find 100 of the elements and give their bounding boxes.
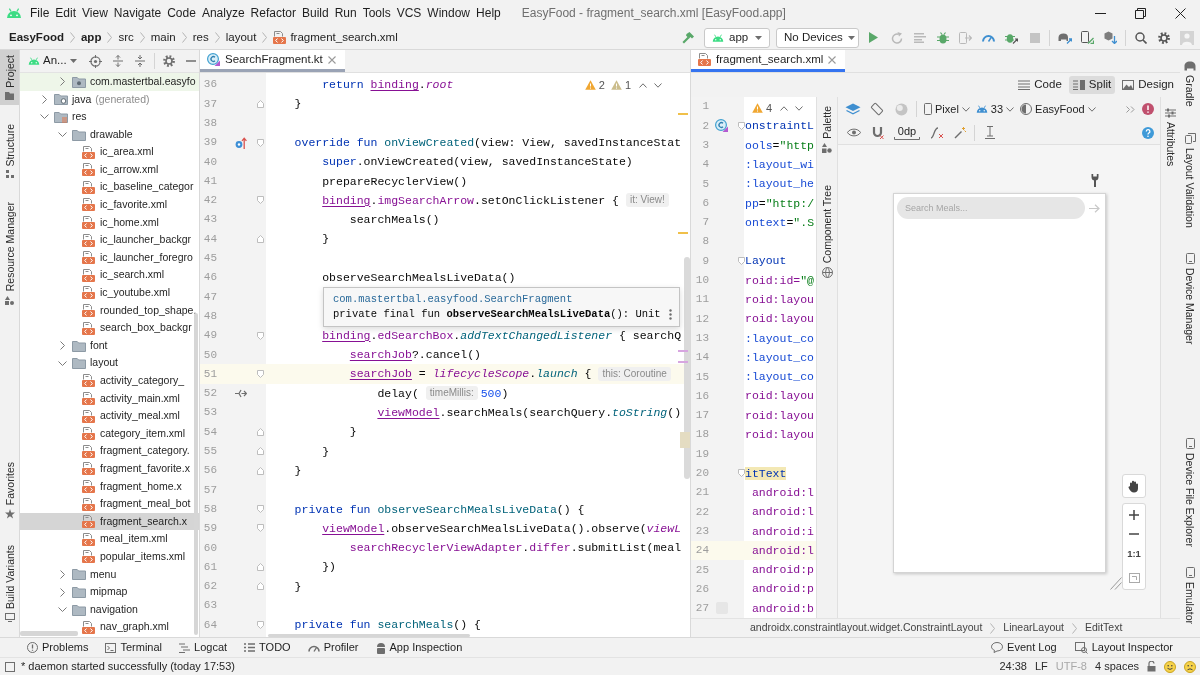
chevron-down-icon[interactable] (795, 105, 804, 111)
fit-screen-button[interactable] (1128, 573, 1140, 583)
tree-item[interactable]: font (20, 336, 199, 355)
fold-marker-icon[interactable] (738, 469, 745, 478)
menubar-item[interactable]: Refactor (247, 3, 299, 23)
tool-window-tab[interactable]: Build Variants (0, 540, 19, 627)
scrollbar-thumb[interactable] (684, 257, 690, 479)
chevron-down-icon[interactable] (58, 607, 67, 613)
scrollbar-thumb[interactable] (20, 631, 78, 636)
menubar-item[interactable]: Code (164, 3, 199, 23)
more-icon[interactable] (669, 309, 672, 320)
tool-window-button[interactable]: Profiler (304, 638, 362, 657)
breadcrumb-item[interactable]: EasyFood (9, 28, 64, 47)
tree-item[interactable]: ic_area.xml (20, 143, 199, 161)
fold-marker-icon[interactable] (256, 563, 264, 572)
tool-window-button[interactable]: Event Log (988, 638, 1060, 657)
status-widget[interactable]: 4 spaces (1094, 658, 1139, 675)
fold-marker-icon[interactable] (256, 620, 264, 629)
menubar-item[interactable]: View (79, 3, 111, 23)
tree-item[interactable]: activity_main.xml (20, 389, 199, 408)
breadcrumb-item[interactable]: fragment_search.xml (273, 28, 398, 47)
menubar-item[interactable]: Edit (52, 3, 80, 23)
tree-item[interactable]: ic_baseline_categor (20, 178, 199, 197)
menubar-item[interactable]: Navigate (110, 3, 165, 23)
chevron-right-icon[interactable] (60, 77, 65, 87)
tree-item[interactable]: nav_graph.xml (20, 618, 199, 636)
tree-item[interactable]: layout (20, 354, 199, 373)
fold-marker-icon[interactable] (256, 447, 264, 456)
sad-face-icon[interactable] (1184, 660, 1196, 673)
tool-window-tab[interactable]: Layout Validation (1180, 127, 1200, 233)
menubar-item[interactable]: VCS (393, 3, 425, 23)
breadcrumb-item[interactable]: app (80, 28, 102, 47)
fold-marker-icon[interactable] (256, 524, 264, 533)
menubar-item[interactable]: Analyze (198, 3, 248, 23)
tool-window-tab[interactable]: Structure (0, 118, 19, 184)
breadcrumb-item[interactable]: main (150, 28, 176, 47)
tool-window-tab[interactable]: Device File Explorer (1180, 433, 1200, 552)
tree-item[interactable]: ic_home.xml (20, 213, 199, 232)
chevron-down-icon[interactable] (58, 132, 67, 138)
scrollbar-thumb[interactable] (194, 313, 198, 635)
tree-item[interactable]: menu (20, 565, 199, 584)
tool-window-tab[interactable]: Device Manager (1180, 248, 1200, 350)
fold-marker-icon[interactable] (256, 196, 264, 205)
tool-window-tab[interactable]: Component Tree (817, 179, 837, 283)
device-dropdown[interactable]: No Devices (776, 27, 859, 48)
tree-item[interactable]: fragment_favorite.x (20, 460, 199, 478)
tree-item[interactable]: ic_youtube.xml (20, 284, 199, 302)
fold-marker-icon[interactable] (738, 121, 745, 130)
close-icon[interactable] (828, 55, 837, 64)
menubar-item[interactable]: Help (473, 3, 504, 23)
chevron-right-icon[interactable] (60, 587, 65, 597)
theme-dropdown[interactable]: EasyFood (1018, 99, 1098, 119)
chevron-down-icon[interactable] (654, 82, 662, 88)
tree-item[interactable]: drawable (20, 125, 199, 144)
view-mode-button[interactable]: Design (1118, 76, 1178, 94)
menubar-item[interactable]: Build (298, 3, 332, 23)
tree-item[interactable]: ic_favorite.xml (20, 196, 199, 214)
chevron-right-icon[interactable] (42, 94, 47, 104)
tool-window-button[interactable]: Logcat (176, 638, 231, 657)
fold-marker-icon[interactable] (256, 428, 264, 436)
tool-window-tab[interactable]: Favorites (0, 456, 19, 524)
api-level-dropdown[interactable]: 33 (973, 99, 1017, 119)
tool-window-button[interactable]: TODO (241, 638, 294, 657)
view-mode-button[interactable]: Split (1068, 76, 1116, 94)
breadcrumb-item[interactable]: layout (225, 28, 257, 47)
editor-tab[interactable]: SearchFragment.kt (200, 50, 345, 72)
menubar-item[interactable]: File (27, 3, 53, 23)
tree-item[interactable]: popular_items.xml (20, 548, 199, 566)
tree-item[interactable]: ic_launcher_foregro (20, 248, 199, 267)
fold-marker-icon[interactable] (256, 138, 264, 147)
actual-size-button[interactable]: 1:1 (1127, 548, 1141, 560)
tree-item[interactable]: java (generated) (20, 90, 199, 109)
tree-item[interactable]: mipmap (20, 583, 199, 601)
tool-window-button[interactable]: Problems (24, 638, 92, 657)
device-dropdown[interactable]: Pixel (922, 99, 972, 119)
resize-handle-icon[interactable] (1110, 577, 1122, 590)
breadcrumb-item[interactable]: androidx.constraintlayout.widget.ConstraintLayout (750, 620, 983, 636)
fold-marker-icon[interactable] (256, 331, 264, 340)
fold-marker-icon[interactable] (256, 505, 264, 514)
tool-window-button[interactable]: Layout Inspector (1071, 638, 1176, 657)
tool-window-button[interactable]: Terminal (102, 638, 166, 657)
square-icon[interactable] (5, 661, 15, 672)
tree-item[interactable]: search_box_backgr (20, 319, 199, 337)
smiley-icon[interactable] (1164, 660, 1176, 673)
menubar-item[interactable]: Run (331, 3, 360, 23)
fold-marker-icon[interactable] (256, 370, 264, 379)
tree-item[interactable]: activity_meal.xml (20, 407, 199, 425)
fold-marker-icon[interactable] (256, 582, 264, 591)
menubar-item[interactable]: Tools (359, 3, 394, 23)
tool-window-tab[interactable]: Emulator (1180, 562, 1200, 629)
pan-button[interactable] (1122, 474, 1146, 498)
close-icon[interactable] (327, 55, 336, 64)
fold-marker-icon[interactable] (738, 257, 745, 265)
tool-window-button[interactable]: App Inspection (372, 638, 466, 657)
fold-marker-icon[interactable] (256, 99, 264, 108)
status-widget[interactable]: 24:38 (999, 658, 1027, 675)
tree-item[interactable]: navigation (20, 600, 199, 619)
status-widget[interactable]: LF (1034, 658, 1048, 675)
tree-item[interactable]: com.mastertbal.easyfo (20, 73, 199, 91)
run-config-dropdown[interactable]: app (704, 27, 770, 48)
